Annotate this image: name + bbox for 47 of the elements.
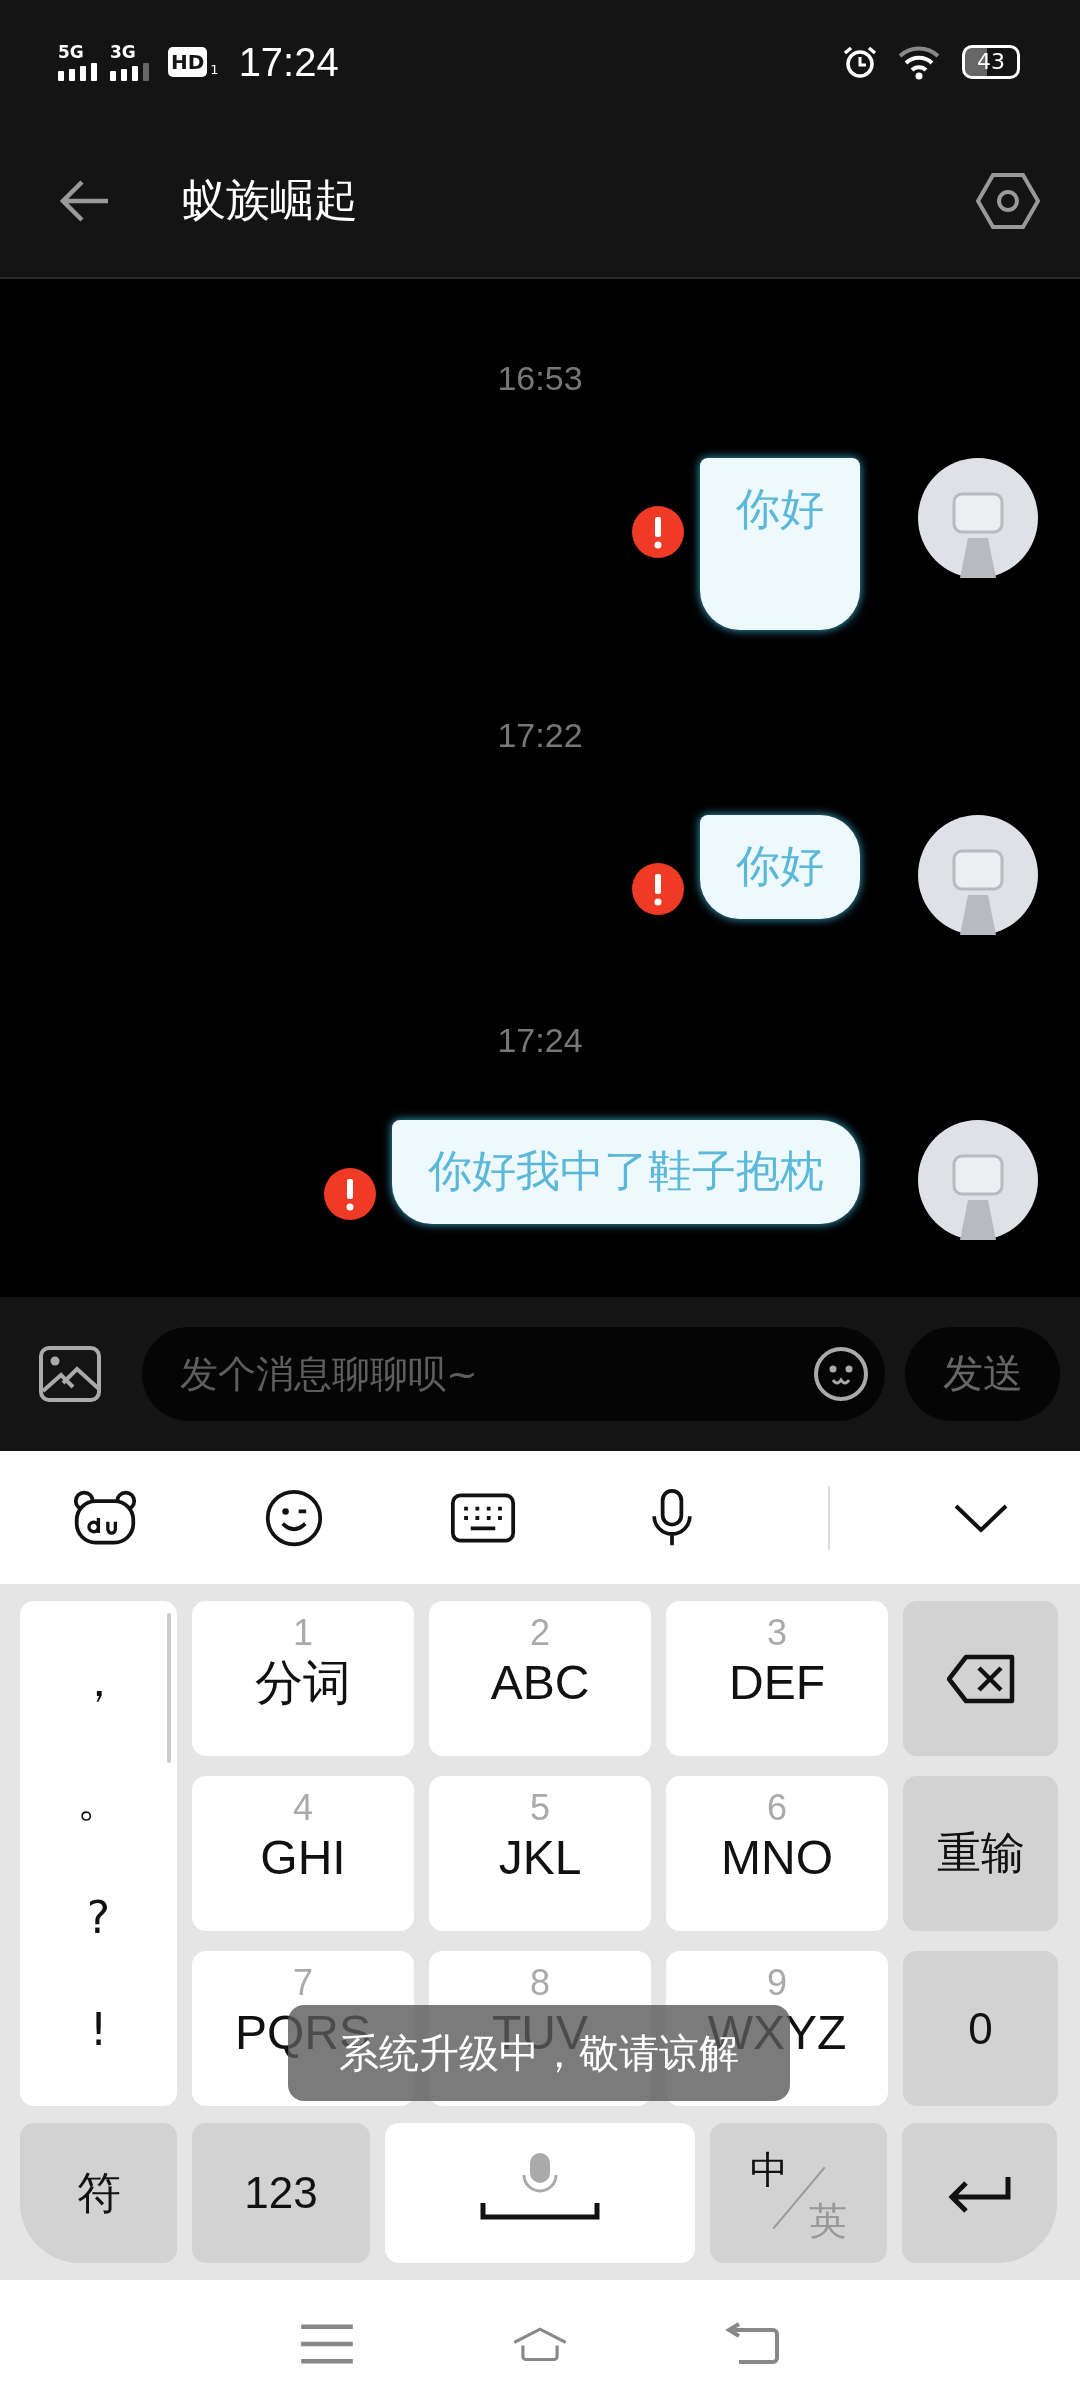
letter-key[interactable]: 1 分词: [192, 1601, 414, 1757]
alarm-icon: [842, 44, 878, 81]
function-key[interactable]: 重输: [903, 1776, 1058, 1932]
network-label: 3G: [110, 43, 137, 62]
letter-key[interactable]: 4 GHI: [192, 1776, 414, 1932]
battery-indicator: 43: [962, 45, 1020, 80]
menu-icon[interactable]: [298, 2322, 355, 2366]
send-button[interactable]: 发送: [905, 1326, 1060, 1421]
error-icon[interactable]: [632, 862, 684, 915]
message-time: 17:24: [497, 1020, 583, 1060]
back-arrow-icon[interactable]: [60, 178, 110, 223]
message-time: 16:53: [497, 358, 583, 398]
back-icon[interactable]: [725, 2322, 782, 2366]
chat-title: 蚁族崛起: [182, 173, 358, 228]
clock-time: 17:24: [238, 39, 339, 85]
punctuation-key[interactable]: !: [89, 2004, 108, 2056]
message-input[interactable]: 发个消息聊聊呗~: [178, 1350, 813, 1397]
function-key[interactable]: 符: [20, 2123, 177, 2264]
punctuation-key[interactable]: ?: [86, 1892, 111, 1944]
function-key[interactable]: 123: [192, 2123, 370, 2264]
error-icon[interactable]: [324, 1167, 376, 1220]
language-switch-key[interactable]: 中 英: [710, 2123, 887, 2264]
image-icon[interactable]: [38, 1344, 102, 1403]
message-bubble: 你好: [700, 457, 860, 630]
message-time: 17:22: [497, 715, 583, 755]
letter-key[interactable]: 2 ABC: [429, 1601, 651, 1757]
network-label: 5G: [58, 43, 85, 62]
sim-label: 1: [210, 61, 219, 77]
hd-badge: HD: [168, 47, 208, 78]
enter-key[interactable]: [902, 2123, 1057, 2264]
punctuation-key[interactable]: 。: [76, 1771, 121, 1831]
backspace-key[interactable]: [903, 1601, 1058, 1757]
message-bubble: 你好我中了鞋子抱枕: [392, 1119, 860, 1224]
letter-key[interactable]: 3 DEF: [666, 1601, 888, 1757]
settings-icon[interactable]: [976, 171, 1040, 230]
letter-key[interactable]: 6 MNO: [666, 1776, 888, 1932]
signal-icon: [58, 61, 98, 82]
emoji-icon[interactable]: [813, 1345, 869, 1402]
backspace-icon: [945, 1653, 1016, 1704]
function-key[interactable]: 0: [903, 1951, 1058, 2107]
message-field[interactable]: 发个消息聊聊呗~: [142, 1326, 885, 1421]
punctuation-key[interactable]: ，: [76, 1651, 121, 1711]
wifi-icon: [898, 44, 942, 81]
message-bubble: 你好: [700, 814, 860, 919]
letter-key[interactable]: 5 JKL: [429, 1776, 651, 1932]
signal-icon: [110, 61, 150, 82]
error-icon[interactable]: [632, 505, 684, 558]
